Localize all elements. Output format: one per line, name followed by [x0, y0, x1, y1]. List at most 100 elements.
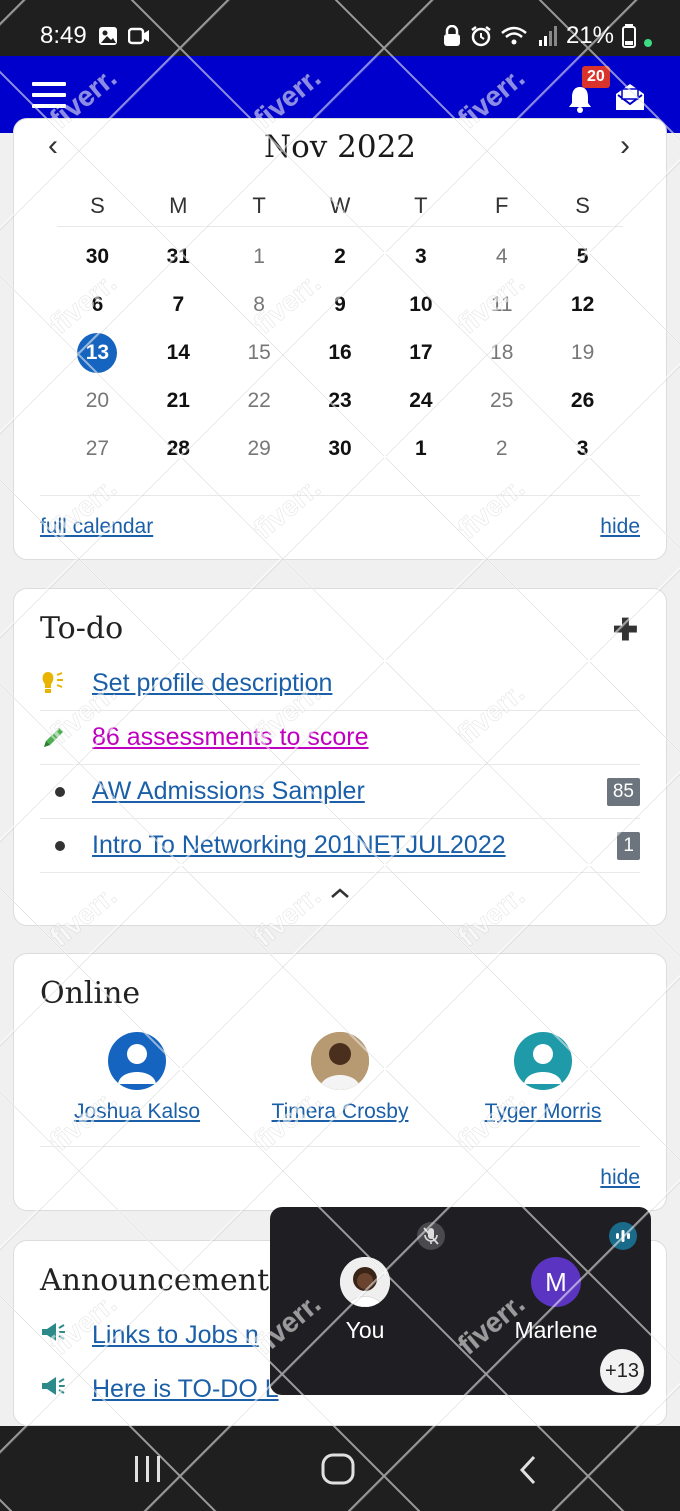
calendar-day[interactable]: 27: [57, 437, 138, 461]
calendar-day[interactable]: 28: [138, 437, 219, 461]
calendar-day[interactable]: 3: [542, 437, 623, 461]
lightbulb-icon: [40, 670, 92, 698]
avatar[interactable]: [514, 1032, 572, 1090]
today-marker: 13: [77, 333, 118, 373]
calendar-day[interactable]: 2: [300, 245, 381, 269]
user-name-link[interactable]: Timera Crosby: [272, 1100, 409, 1123]
todo-link[interactable]: AW Admissions Sampler: [92, 777, 365, 806]
call-overlay[interactable]: You M Marlene +13: [270, 1207, 651, 1395]
calendar-day[interactable]: 24: [380, 389, 461, 413]
calendar-day[interactable]: 15: [219, 341, 300, 365]
user-name-link[interactable]: Tyger Morris: [485, 1100, 602, 1123]
avatar[interactable]: [108, 1032, 166, 1090]
calendar-week-row: 27 28 29 30 1 2 3: [57, 425, 623, 473]
calendar-day[interactable]: 31: [138, 245, 219, 269]
more-participants-badge[interactable]: +13: [600, 1349, 644, 1393]
calendar-day[interactable]: 16: [300, 341, 381, 365]
weekday-label: F: [495, 192, 509, 218]
calendar-day[interactable]: 26: [542, 389, 623, 413]
online-hide-link[interactable]: hide: [600, 1166, 640, 1190]
privacy-dot: [644, 39, 652, 47]
video-camera-icon: [128, 27, 149, 45]
count-badge: 1: [617, 831, 640, 860]
add-todo-icon[interactable]: ✚: [613, 613, 638, 648]
status-time: 8:49: [40, 22, 87, 49]
announcements-title: Announcements: [40, 1263, 285, 1298]
online-card: Online Joshua Kalso Timera Crosby Tyger …: [13, 953, 667, 1211]
calendar-day[interactable]: 23: [300, 389, 381, 413]
calendar-weekday-row: S M T W T F S: [57, 185, 623, 227]
calendar-day[interactable]: 8: [219, 293, 300, 317]
calendar-day[interactable]: 25: [461, 389, 542, 413]
system-nav-bar: [0, 1426, 680, 1511]
menu-icon[interactable]: [32, 82, 66, 108]
bullet-icon: [40, 840, 92, 851]
calendar-day[interactable]: 1: [219, 245, 300, 269]
calendar-day[interactable]: 22: [219, 389, 300, 413]
call-participant: M Marlene: [496, 1257, 616, 1344]
todo-item: Intro To Networking 201NETJUL2022 1: [40, 819, 640, 873]
calendar-day[interactable]: 30: [57, 245, 138, 269]
calendar-day[interactable]: 7: [138, 293, 219, 317]
calendar-day[interactable]: 12: [542, 293, 623, 317]
calendar-day[interactable]: 11: [461, 293, 542, 317]
calendar-day[interactable]: 6: [57, 293, 138, 317]
collapse-chevron-icon[interactable]: [330, 887, 350, 899]
divider: [40, 495, 640, 496]
calendar-day[interactable]: 4: [461, 245, 542, 269]
next-month-button[interactable]: ›: [620, 129, 630, 163]
battery-icon: [622, 24, 636, 48]
bell-icon[interactable]: [564, 84, 596, 114]
online-title: Online: [40, 976, 141, 1011]
notification-badge: 20: [582, 66, 610, 88]
calendar-day[interactable]: 19: [542, 341, 623, 365]
calendar-day[interactable]: 5: [542, 245, 623, 269]
online-user: Timera Crosby: [240, 1032, 440, 1124]
calendar-day[interactable]: 18: [461, 341, 542, 365]
avatar[interactable]: [311, 1032, 369, 1090]
calendar-day[interactable]: 29: [219, 437, 300, 461]
online-user: Joshua Kalso: [37, 1032, 237, 1124]
calendar-day[interactable]: 20: [57, 389, 138, 413]
todo-link[interactable]: Set profile description: [92, 669, 332, 698]
calendar-grid: S M T W T F S 30 31 1 2 3 4 5 6 7 8 9 10…: [57, 185, 623, 473]
weekday-label: M: [169, 192, 188, 218]
full-calendar-link[interactable]: full calendar: [40, 515, 153, 539]
speaking-indicator-icon: [609, 1222, 637, 1250]
assessments-link[interactable]: 86 assessments to score: [92, 723, 369, 752]
calendar-day[interactable]: 3: [380, 245, 461, 269]
megaphone-icon: [40, 1375, 92, 1404]
calendar-day[interactable]: 1: [380, 437, 461, 461]
calendar-day[interactable]: 21: [138, 389, 219, 413]
calendar-week-row: 20 21 22 23 24 25 26: [57, 377, 623, 425]
gallery-icon: [99, 27, 117, 45]
recent-apps-icon[interactable]: [132, 1454, 164, 1484]
calendar-day[interactable]: 17: [380, 341, 461, 365]
calendar-day-today[interactable]: 13: [57, 333, 138, 373]
home-icon[interactable]: [320, 1452, 356, 1486]
bullet-icon: [40, 786, 92, 797]
announcement-link[interactable]: Links to Jobs n: [92, 1321, 259, 1350]
user-name-link[interactable]: Joshua Kalso: [74, 1100, 200, 1123]
calendar-day[interactable]: 30: [300, 437, 381, 461]
announcement-link[interactable]: Here is TO-DO L: [92, 1375, 279, 1404]
todo-item: AW Admissions Sampler 85: [40, 765, 640, 819]
calendar-day[interactable]: 9: [300, 293, 381, 317]
back-icon[interactable]: [516, 1454, 540, 1486]
announcement-item: Here is TO-DO L: [40, 1375, 279, 1404]
participant-name: Marlene: [514, 1317, 598, 1343]
calendar-day[interactable]: 10: [380, 293, 461, 317]
todo-link[interactable]: Intro To Networking 201NETJUL2022: [92, 831, 506, 860]
online-user: Tyger Morris: [443, 1032, 643, 1124]
mail-icon[interactable]: [614, 82, 646, 112]
weekday-label: T: [252, 192, 266, 218]
calendar-hide-link[interactable]: hide: [600, 515, 640, 539]
calendar-day[interactable]: 14: [138, 341, 219, 365]
weekday-label: W: [329, 192, 351, 218]
calendar-day[interactable]: 2: [461, 437, 542, 461]
alarm-icon: [471, 26, 491, 47]
weekday-label: T: [414, 192, 428, 218]
wifi-icon: [501, 26, 527, 45]
todo-item: 86 assessments to score: [40, 711, 640, 765]
calendar-card: ‹ Nov 2022 › S M T W T F S 30 31 1 2 3 4…: [13, 118, 667, 560]
